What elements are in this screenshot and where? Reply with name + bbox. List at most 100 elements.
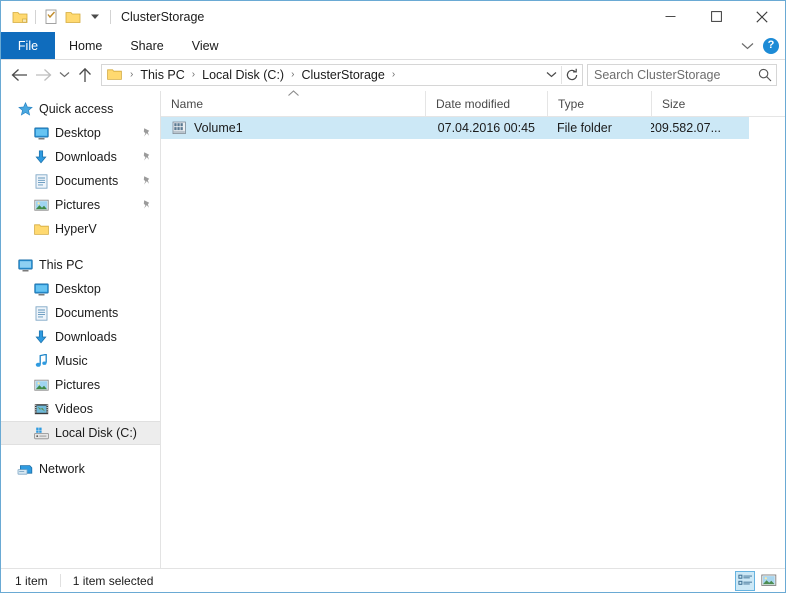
- sidebar-item-local-disk-c[interactable]: Local Disk (C:): [1, 421, 160, 445]
- tab-share[interactable]: Share: [116, 32, 177, 59]
- sidebar-label: Network: [39, 462, 85, 476]
- sidebar-item-this-pc[interactable]: This PC: [1, 253, 160, 277]
- music-icon: [33, 353, 49, 369]
- close-button[interactable]: [739, 1, 785, 32]
- minimize-button[interactable]: [647, 1, 693, 32]
- breadcrumb-folder-icon[interactable]: [102, 68, 126, 81]
- pin-icon[interactable]: [140, 151, 154, 163]
- column-header-type[interactable]: Type: [547, 91, 651, 116]
- file-rows[interactable]: Volume1 07.04.2016 00:45 File folder 209…: [161, 117, 785, 568]
- local-disk-icon: [33, 425, 49, 441]
- sidebar-item-documents-qa[interactable]: Documents: [1, 169, 160, 193]
- tab-file[interactable]: File: [1, 32, 55, 59]
- pin-icon[interactable]: [140, 175, 154, 187]
- recent-locations-chevron-icon[interactable]: [55, 63, 73, 87]
- new-folder-icon[interactable]: [62, 6, 84, 28]
- refresh-icon[interactable]: [562, 65, 582, 85]
- window-title: ClusterStorage: [121, 9, 205, 24]
- ribbon-tab-strip: File Home Share View ?: [1, 32, 785, 60]
- column-header-size[interactable]: Size: [651, 91, 731, 116]
- cell-name[interactable]: Volume1: [161, 117, 425, 139]
- column-header-name[interactable]: Name: [161, 90, 425, 116]
- view-mode-buttons: [735, 570, 779, 591]
- search-box[interactable]: Search ClusterStorage: [587, 63, 777, 86]
- sidebar-item-music[interactable]: Music: [1, 349, 160, 373]
- sidebar-item-videos[interactable]: Videos: [1, 397, 160, 421]
- back-button[interactable]: [7, 63, 31, 87]
- column-header-date-modified[interactable]: Date modified: [425, 91, 547, 116]
- downloads-icon: [33, 149, 49, 165]
- table-row[interactable]: Volume1 07.04.2016 00:45 File folder 209…: [161, 117, 749, 139]
- sidebar-label: This PC: [39, 258, 84, 272]
- search-input[interactable]: Search ClusterStorage: [588, 68, 754, 82]
- downloads-icon: [33, 329, 49, 345]
- sidebar-label: Documents: [55, 174, 119, 188]
- folder-icon: [33, 221, 49, 237]
- qat-divider-2: [110, 9, 111, 24]
- breadcrumb-this-pc[interactable]: This PC: [137, 68, 187, 82]
- sidebar-label: Downloads: [55, 330, 117, 344]
- expand-ribbon-chevron-icon[interactable]: [741, 39, 754, 53]
- sidebar-label: Desktop: [55, 126, 101, 140]
- this-pc-icon: [17, 257, 33, 273]
- desktop-icon: [33, 125, 49, 141]
- documents-icon: [33, 173, 49, 189]
- window-controls: [647, 1, 785, 32]
- sidebar-item-desktop-qa[interactable]: Desktop: [1, 121, 160, 145]
- documents-icon: [33, 305, 49, 321]
- column-header-label: Date modified: [436, 96, 511, 111]
- breadcrumb-local-disk[interactable]: Local Disk (C:): [199, 68, 287, 82]
- sidebar-label: Documents: [55, 306, 119, 320]
- quick-access-star-icon: [17, 101, 33, 117]
- sidebar-label: Downloads: [55, 150, 117, 164]
- network-icon: [17, 461, 33, 477]
- navigation-pane[interactable]: Quick access Desktop Downloads Documents…: [1, 91, 161, 568]
- ribbon-right-controls: ?: [741, 32, 779, 59]
- sidebar-item-pictures[interactable]: Pictures: [1, 373, 160, 397]
- sidebar-item-hyperv[interactable]: HyperV: [1, 217, 160, 241]
- breadcrumb-separator-2[interactable]: ›: [287, 69, 298, 80]
- up-button[interactable]: [73, 63, 97, 87]
- breadcrumb-clusterstorage[interactable]: ClusterStorage: [298, 68, 387, 82]
- sidebar-item-network[interactable]: Network: [1, 457, 160, 481]
- search-icon[interactable]: [754, 68, 776, 82]
- sidebar-item-downloads-qa[interactable]: Downloads: [1, 145, 160, 169]
- sidebar-label: Pictures: [55, 198, 101, 212]
- sidebar-item-downloads[interactable]: Downloads: [1, 325, 160, 349]
- pin-icon[interactable]: [140, 199, 154, 211]
- sidebar-label: Pictures: [55, 378, 101, 392]
- details-view-button[interactable]: [735, 570, 755, 591]
- file-name: Volume1: [194, 121, 243, 135]
- column-header-row: Name Date modified Type Size: [161, 90, 785, 117]
- maximize-button[interactable]: [693, 1, 739, 32]
- address-dropdown-chevron-icon[interactable]: [541, 65, 561, 85]
- help-icon[interactable]: ?: [763, 37, 779, 54]
- cell-type: File folder: [557, 121, 612, 135]
- breadcrumb-bar[interactable]: › This PC › Local Disk (C:) › ClusterSto…: [101, 63, 583, 86]
- breadcrumb-separator-0[interactable]: ›: [126, 69, 137, 80]
- pin-icon[interactable]: [140, 127, 154, 139]
- breadcrumb-separator-3[interactable]: ›: [388, 69, 399, 80]
- sidebar-item-pictures-qa[interactable]: Pictures: [1, 193, 160, 217]
- large-icons-view-button[interactable]: [759, 571, 779, 591]
- forward-button[interactable]: [31, 63, 55, 87]
- tab-home[interactable]: Home: [55, 32, 116, 59]
- sidebar-item-documents[interactable]: Documents: [1, 301, 160, 325]
- customize-qat-chevron-icon[interactable]: [84, 6, 106, 28]
- sidebar-label: Quick access: [39, 102, 114, 116]
- column-header-label: Type: [558, 96, 585, 111]
- sidebar-item-quick-access[interactable]: Quick access: [1, 97, 160, 121]
- tab-view[interactable]: View: [178, 32, 233, 59]
- sidebar-label: Desktop: [55, 282, 101, 296]
- pictures-icon: [33, 197, 49, 213]
- sidebar-item-desktop[interactable]: Desktop: [1, 277, 160, 301]
- breadcrumb-separator-1[interactable]: ›: [188, 69, 199, 80]
- sidebar-label: HyperV: [55, 222, 97, 236]
- properties-folder-icon[interactable]: [9, 6, 31, 28]
- properties-icon[interactable]: [40, 6, 62, 28]
- file-list-pane[interactable]: Name Date modified Type Size Volume1 07.…: [161, 90, 785, 568]
- sidebar-label: Music: [55, 354, 88, 368]
- file-explorer-window: ClusterStorage File Home Share View ? › …: [0, 0, 786, 593]
- item-count-label: 1 item: [15, 573, 48, 588]
- cell-date-modified: 07.04.2016 00:45: [437, 121, 535, 135]
